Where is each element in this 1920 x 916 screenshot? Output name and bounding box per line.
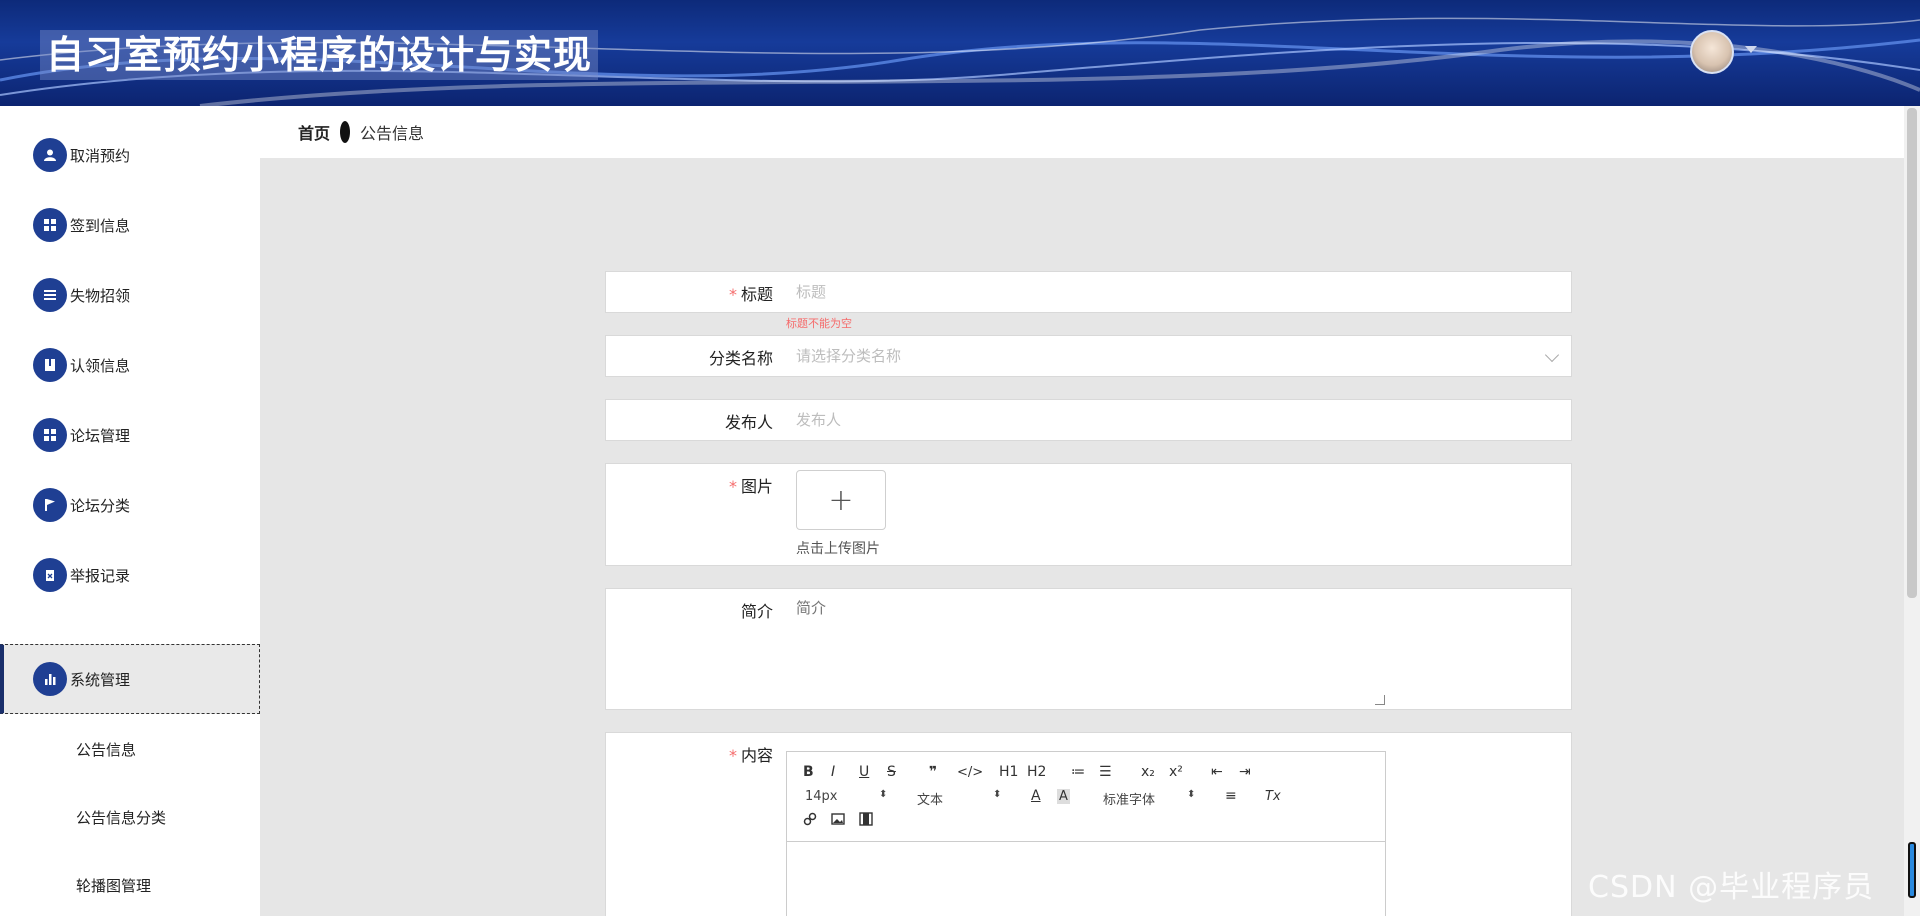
bullet-list-icon[interactable]: ☰ — [1099, 764, 1112, 780]
list-icon — [33, 278, 67, 312]
background-color-icon[interactable]: A — [1057, 789, 1070, 804]
heading1-button[interactable]: H1 — [999, 764, 1018, 780]
sidebar-item-claim-info[interactable]: 认领信息 — [0, 330, 260, 400]
page-scrollbar[interactable] — [1904, 106, 1920, 916]
link-icon[interactable] — [803, 812, 817, 830]
form-row-content: * 内容 B I U S ❞ </> H1 H2 ≔ ☰ x₂ x² ⇤ ⇥ 14… — [605, 732, 1572, 916]
align-icon[interactable]: ≡ — [1225, 788, 1237, 804]
image-icon[interactable] — [831, 812, 845, 830]
sidebar-item-label: 取消预约 — [70, 146, 131, 165]
sidebar-item-label: 签到信息 — [70, 216, 131, 235]
breadcrumb: 首页 公告信息 — [298, 120, 424, 144]
required-mark: * — [728, 477, 737, 496]
publisher-input[interactable] — [796, 400, 1571, 440]
form-row-category: 分类名称 — [605, 335, 1572, 377]
submenu-item-carousel-manage[interactable]: 轮播图管理 — [0, 852, 260, 916]
category-label: 分类名称 — [708, 349, 773, 368]
user-avatar[interactable] — [1690, 30, 1734, 74]
summary-label: 简介 — [740, 602, 773, 621]
sidebar-item-label: 失物招领 — [70, 286, 131, 305]
title-input[interactable] — [796, 272, 1571, 312]
sidebar-item-label: 系统管理 — [70, 670, 131, 689]
heading2-button[interactable]: H2 — [1027, 764, 1046, 780]
form-row-image: * 图片 + 点击上传图片 — [605, 463, 1572, 566]
title-label: * 标题 — [728, 285, 773, 304]
underline-button[interactable]: U — [859, 764, 869, 780]
bold-button[interactable]: B — [803, 764, 814, 780]
sidebar-item-report-log[interactable]: 举报记录 — [0, 540, 260, 610]
font-color-icon[interactable]: A — [1031, 788, 1041, 804]
title-error: 标题不能为空 — [786, 317, 852, 330]
required-mark: * — [728, 285, 737, 304]
top-header: 自习室预约小程序的设计与实现 — [0, 0, 1920, 106]
strikethrough-button[interactable]: S — [887, 764, 896, 780]
breadcrumb-current: 公告信息 — [360, 124, 425, 143]
resize-handle-icon[interactable] — [1375, 695, 1385, 705]
sidebar-item-forum-category[interactable]: 论坛分类 — [0, 470, 260, 540]
publisher-label: 发布人 — [724, 413, 773, 432]
form-row-publisher: 发布人 — [605, 399, 1572, 441]
category-select[interactable] — [796, 336, 1571, 376]
video-icon[interactable] — [859, 812, 873, 830]
watermark: CSDN @毕业程序员 — [1588, 870, 1875, 905]
sidebar-item-label: 举报记录 — [70, 566, 131, 585]
sidebar-item-label: 论坛管理 — [70, 426, 131, 445]
editor-body[interactable] — [787, 842, 1385, 916]
select-arrows-icon[interactable]: ⬍ — [879, 789, 887, 800]
summary-textarea[interactable] — [796, 597, 1391, 703]
sidebar-item-forum-manage[interactable]: 论坛管理 — [0, 400, 260, 470]
form-row-summary: 简介 — [605, 588, 1572, 710]
text-type-select[interactable]: 文本 — [917, 789, 943, 808]
sidebar-item-system-manage[interactable]: 系统管理 — [0, 644, 260, 714]
clear-format-icon[interactable]: Tx — [1265, 789, 1281, 804]
superscript-button[interactable]: x² — [1169, 764, 1183, 780]
rich-text-editor: B I U S ❞ </> H1 H2 ≔ ☰ x₂ x² ⇤ ⇥ 14px ⬍… — [786, 751, 1386, 916]
image-label: * 图片 — [728, 477, 773, 496]
submenu-item-announcement-category[interactable]: 公告信息分类 — [0, 784, 260, 850]
upload-hint: 点击上传图片 — [796, 541, 880, 557]
scroll-indicator-icon — [1908, 842, 1916, 898]
form-row-title: * 标题 — [605, 271, 1572, 313]
subscript-button[interactable]: x₂ — [1141, 764, 1155, 780]
plus-icon: + — [828, 482, 854, 518]
font-family-select[interactable]: 标准字体 — [1103, 789, 1155, 808]
indent-icon[interactable]: ⇥ — [1239, 764, 1251, 780]
editor-toolbar: B I U S ❞ </> H1 H2 ≔ ☰ x₂ x² ⇤ ⇥ 14px ⬍… — [787, 752, 1385, 842]
grid-icon — [33, 418, 67, 452]
content-label: * 内容 — [728, 746, 773, 765]
outdent-icon[interactable]: ⇤ — [1211, 764, 1223, 780]
sidebar-item-checkin[interactable]: 签到信息 — [0, 190, 260, 260]
app-title: 自习室预约小程序的设计与实现 — [40, 30, 599, 80]
scrollbar-thumb[interactable] — [1907, 108, 1917, 598]
chevron-down-icon[interactable] — [1745, 46, 1757, 53]
clipboard-icon — [33, 558, 67, 592]
upload-image-button[interactable]: + — [796, 470, 886, 530]
sidebar-item-lost-found[interactable]: 失物招领 — [0, 260, 260, 330]
select-arrows-icon[interactable]: ⬍ — [1187, 789, 1195, 800]
submenu-item-label: 公告信息分类 — [76, 808, 167, 827]
bar-chart-icon — [33, 662, 67, 696]
sidebar: 取消预约 签到信息 失物招领 认领信息 论坛管理 论坛分类 举报记录 系统管理 … — [0, 106, 260, 916]
select-arrows-icon[interactable]: ⬍ — [993, 789, 1001, 800]
breadcrumb-bar: 首页 公告信息 — [260, 106, 1904, 158]
sidebar-item-label: 认领信息 — [70, 356, 131, 375]
submenu-item-announcement[interactable]: 公告信息 — [0, 716, 260, 782]
required-mark: * — [728, 746, 737, 765]
sidebar-item-cancel-reservation[interactable]: 取消预约 — [0, 120, 260, 190]
code-block-icon[interactable]: </> — [957, 765, 983, 780]
grid-icon — [33, 208, 67, 242]
breadcrumb-home[interactable]: 首页 — [298, 120, 330, 144]
flag-icon — [33, 488, 67, 522]
submenu-item-label: 公告信息 — [76, 740, 137, 759]
breadcrumb-separator-icon — [340, 121, 351, 143]
italic-button[interactable]: I — [831, 764, 835, 780]
font-size-select[interactable]: 14px — [805, 789, 838, 804]
blockquote-icon[interactable]: ❞ — [929, 764, 937, 780]
person-icon — [33, 138, 67, 172]
ordered-list-icon[interactable]: ≔ — [1071, 764, 1085, 780]
sidebar-item-label: 论坛分类 — [70, 496, 131, 515]
submenu-item-label: 轮播图管理 — [76, 876, 152, 895]
book-icon — [33, 348, 67, 382]
